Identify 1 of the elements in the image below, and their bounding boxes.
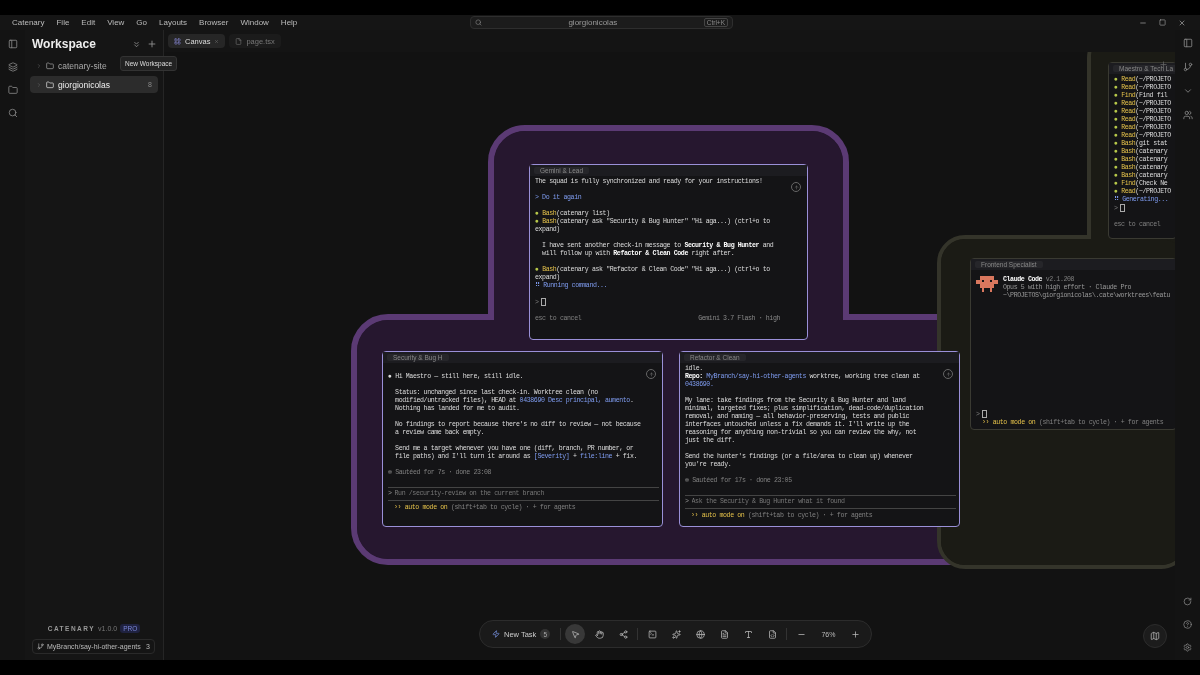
sidebar-title: Workspace: [32, 37, 97, 51]
